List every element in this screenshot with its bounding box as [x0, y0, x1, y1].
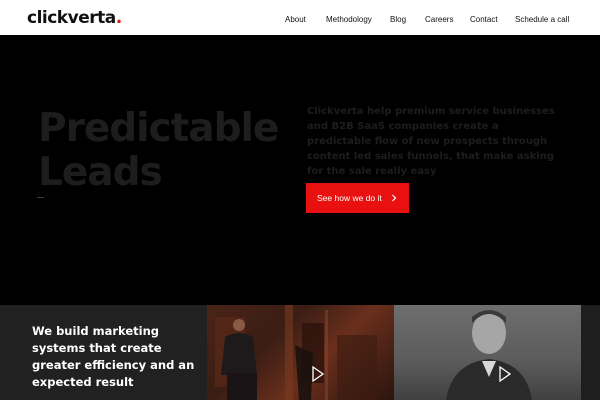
logo-dot: . — [115, 8, 122, 28]
play-icon[interactable] — [498, 366, 512, 382]
interview-scene-image — [215, 305, 377, 400]
band-text-panel: We build marketing systems that create g… — [0, 305, 207, 400]
see-how-we-do-it-button[interactable]: See how we do it — [306, 183, 409, 213]
nav-contact[interactable]: Contact — [470, 15, 498, 25]
hero-description: Clickverta help premium service business… — [307, 106, 555, 177]
play-icon[interactable] — [311, 366, 325, 382]
band-heading: We build marketing systems that create g… — [32, 324, 195, 389]
hero-divider — [37, 197, 44, 198]
systems-band: We build marketing systems that create g… — [0, 305, 600, 400]
nav-schedule-call[interactable]: Schedule a call — [515, 15, 569, 25]
video-thumbnail-speaker[interactable] — [394, 305, 581, 400]
video-thumbnail-interview[interactable] — [207, 305, 394, 400]
hero-title-line1: Predictable — [38, 106, 279, 151]
next-video-edge[interactable] — [581, 305, 600, 400]
hero-title: Predictable Leads — [38, 107, 298, 195]
nav-methodology[interactable]: Methodology — [326, 15, 372, 25]
nav-careers[interactable]: Careers — [425, 15, 453, 25]
nav-about[interactable]: About — [285, 15, 306, 25]
logo-text: clickverta — [27, 8, 116, 28]
chevron-right-icon — [392, 194, 397, 202]
site-header: clickverta. About Methodology Blog Caree… — [0, 0, 600, 35]
nav-blog[interactable]: Blog — [390, 15, 406, 25]
logo[interactable]: clickverta. — [27, 7, 122, 29]
hero-title-line2: Leads — [38, 150, 163, 195]
cta-label: See how we do it — [317, 193, 382, 203]
speaker-portrait-image — [446, 310, 532, 400]
